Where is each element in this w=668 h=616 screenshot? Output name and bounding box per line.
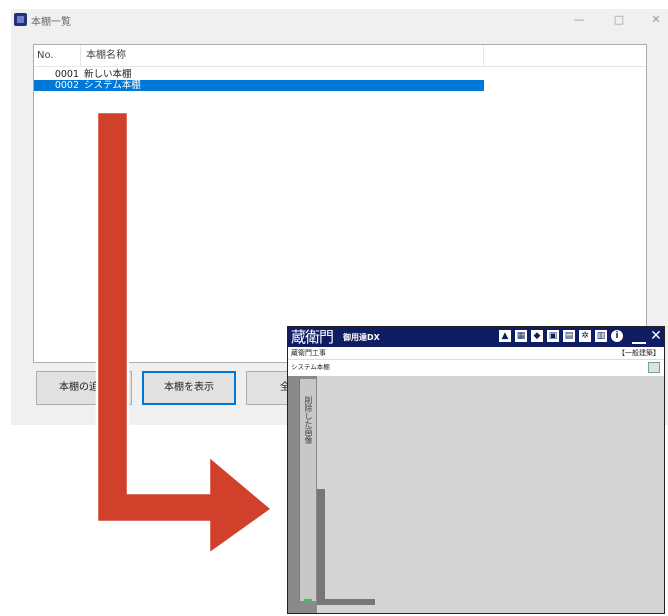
app-icon <box>14 13 27 26</box>
project-kind: 【一般建築】 <box>618 349 660 357</box>
bookshelf-list[interactable]: No. 本棚名称 0001 新しい本棚 0002 システム本棚 <box>33 44 647 363</box>
row-number: 0001 <box>54 69 79 80</box>
maximize-button[interactable]: □ <box>609 12 629 28</box>
add-bookshelf-button[interactable]: 本棚の追加 <box>36 371 132 405</box>
upload-icon[interactable]: ▲ <box>498 329 512 343</box>
close-button[interactable]: ✕ <box>646 12 666 28</box>
compare-icon[interactable]: ◆ <box>530 329 544 343</box>
row-name: システム本棚 <box>84 80 141 91</box>
folder-icon[interactable]: ▤ <box>562 329 576 343</box>
book-icon[interactable]: ▥ <box>594 329 608 343</box>
shelf-settings-icon[interactable] <box>648 362 660 373</box>
info-icon[interactable]: i <box>610 329 624 343</box>
shelf-bar: システム本棚 <box>288 360 664 376</box>
shelf-stand <box>317 489 325 605</box>
settings-icon[interactable]: ✲ <box>578 329 592 343</box>
project-bar: 蔵衛門工事 【一般建築】 <box>288 347 664 360</box>
column-header-no[interactable]: No. <box>34 45 81 66</box>
kuraemon-app-window: 蔵衛門 御用達DX ▲ ▦ ◆ ▣ ▤ ✲ ▥ i ✕ 蔵衛門工事 【一般建築】… <box>287 326 665 614</box>
deleted-images-label: 削除した画像 <box>304 396 313 444</box>
row-name: 新しい本棚 <box>84 69 132 80</box>
shelf-base <box>317 599 375 605</box>
app-minimize-button[interactable] <box>632 329 646 344</box>
app-close-button[interactable]: ✕ <box>649 329 663 344</box>
project-name: 蔵衛門工事 <box>291 349 326 357</box>
list-item-selected[interactable]: 0002 システム本棚 <box>34 80 484 91</box>
window-title: 本棚一覧 <box>31 17 71 28</box>
list-item[interactable]: 0001 新しい本棚 <box>34 69 484 80</box>
app-header: 蔵衛門 御用達DX ▲ ▦ ◆ ▣ ▤ ✲ ▥ i ✕ <box>288 327 664 347</box>
column-header-name[interactable]: 本棚名称 <box>81 45 484 66</box>
status-indicator <box>304 599 312 602</box>
list-header: No. 本棚名称 <box>34 45 646 67</box>
gallery-icon[interactable]: ▦ <box>514 329 528 343</box>
app-logo-sub: 御用達DX <box>343 333 380 342</box>
app-logo: 蔵衛門 <box>291 328 334 346</box>
minimize-button[interactable]: — <box>569 12 589 28</box>
shelf-name: システム本棚 <box>291 363 330 371</box>
row-number: 0002 <box>54 80 79 91</box>
title-bar: 本棚一覧 — □ ✕ <box>11 9 668 33</box>
photo-icon[interactable]: ▣ <box>546 329 560 343</box>
show-bookshelf-button[interactable]: 本棚を表示 <box>142 371 236 405</box>
bookshelf-canvas: 削除した画像 <box>288 376 664 613</box>
